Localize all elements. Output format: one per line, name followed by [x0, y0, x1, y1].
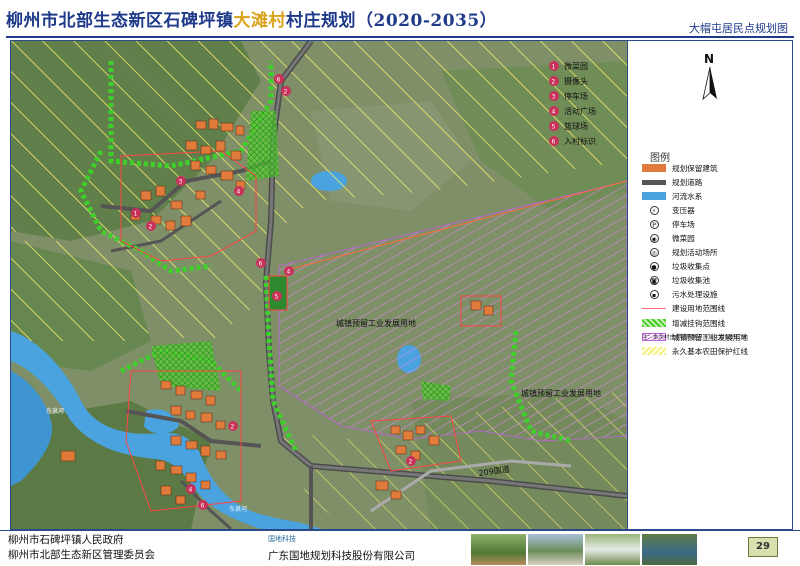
org-township-gov: 柳州市石碑坪镇人民政府: [8, 534, 124, 546]
legend-item: 河流水系: [642, 189, 748, 203]
svg-text:2: 2: [409, 459, 413, 466]
legend-item: ◙ 垃圾收集池: [642, 274, 748, 288]
trash-pool-icon: ◙: [649, 276, 659, 286]
key-label-5: 篮球场: [564, 121, 588, 131]
key-num-3: 3: [552, 94, 556, 101]
zone-label-industrial-1: 城镇预留工业发展用地: [336, 318, 416, 328]
legend-item: 规划道路: [642, 175, 748, 189]
marker-2-north[interactable]: 2: [281, 86, 291, 96]
marker-6-south[interactable]: 6: [198, 500, 208, 510]
footer: 柳州市石碑坪镇人民政府 柳州市北部生态新区管理委员会 国地科技 广东国地规划科技…: [0, 530, 800, 566]
marker-2-east[interactable]: 2: [406, 456, 416, 466]
map-canvas: 城镇预留工业发展用地 城镇预留工业发展用地 209国道 东泉河 东泉河 1 微菜…: [11, 41, 627, 529]
header: 柳州市北部生态新区石碑坪镇大滩村村庄规划（2020-2035） 大帽屯居民点规划…: [0, 0, 800, 38]
marker-5-court[interactable]: 5: [272, 291, 282, 301]
marker-4-court[interactable]: 4: [284, 266, 294, 276]
zone-label-industrial-2: 城镇预留工业发展用地: [521, 388, 601, 398]
legend-item: 规划保留建筑: [642, 161, 748, 175]
marker-4-south[interactable]: 4: [186, 484, 196, 494]
page-title: 柳州市北部生态新区石碑坪镇大滩村村庄规划（2020-2035）: [6, 6, 497, 31]
svg-text:6: 6: [259, 261, 263, 268]
org-planning-company: 广东国地规划科技股份有限公司: [268, 550, 415, 562]
village-photo-1: [470, 533, 527, 566]
village-photo-2: [527, 533, 584, 566]
org-district-committee: 柳州市北部生态新区管理委员会: [8, 549, 155, 561]
svg-text:4: 4: [189, 487, 193, 494]
key-num-1: 1: [552, 64, 556, 71]
key-num-5: 5: [552, 124, 556, 131]
legend-item: ▪ 污水处理设施: [642, 288, 748, 302]
title-suffix: 村庄规划（2020-2035）: [286, 11, 498, 31]
svg-text:2: 2: [231, 424, 235, 431]
linkage-zone-1: [246, 111, 279, 181]
village-photo-3: [584, 533, 641, 566]
key-num-6: 6: [552, 139, 556, 146]
farmland-hatch-swatch-icon: [642, 347, 666, 356]
marker-1-garden[interactable]: 1: [131, 208, 141, 218]
activity-icon: ◎: [649, 248, 659, 258]
river-label-2: 东泉河: [229, 505, 247, 513]
trash-point-icon: ●: [649, 262, 659, 272]
marker-3-parking[interactable]: 3: [176, 176, 186, 186]
company-logo: 国地科技: [268, 535, 296, 543]
river-label-1: 东泉河: [46, 407, 64, 415]
svg-text:1: 1: [134, 211, 138, 218]
road-swatch-icon: [642, 179, 666, 185]
marker-2-south[interactable]: 2: [228, 421, 238, 431]
svg-text:3: 3: [179, 179, 183, 186]
legend-item: P 停车场: [642, 217, 748, 231]
green-hatch-swatch-icon: [642, 319, 666, 328]
key-label-1: 微菜园: [564, 61, 588, 71]
title-village: 大滩村: [233, 11, 286, 31]
legend-item: 增减挂钩范围线: [642, 316, 748, 330]
key-label-4: 活动广场: [564, 106, 596, 116]
key-label-6: 入村标识: [564, 136, 596, 146]
marker-6-road[interactable]: 6: [256, 258, 266, 268]
svg-text:2: 2: [284, 89, 288, 96]
svg-text:6: 6: [201, 503, 205, 510]
garden-icon: ◉: [649, 234, 659, 244]
svg-text:5: 5: [275, 294, 279, 301]
svg-text:4: 4: [287, 269, 291, 276]
legend-item: ● 垃圾收集点: [642, 260, 748, 274]
footer-orgs: 柳州市石碑坪镇人民政府 柳州市北部生态新区管理委员会: [8, 533, 155, 563]
marker-6-north[interactable]: 6: [274, 74, 284, 84]
svg-text:6: 6: [277, 77, 281, 84]
key-label-2: 摄像头: [564, 76, 588, 86]
village-photo-4: [641, 533, 698, 566]
sewage-icon: ▪: [642, 290, 666, 300]
key-num-2: 2: [552, 79, 556, 86]
legend-item: ◉ 微菜园: [642, 231, 748, 245]
marker-2-mid[interactable]: 2: [146, 221, 156, 231]
parking-icon: P: [642, 219, 666, 229]
page-number: 29: [748, 537, 778, 557]
svg-text:2: 2: [149, 224, 153, 231]
legend-item: ◎ 规划活动场所: [642, 246, 748, 260]
transformer-icon: ⚡: [642, 205, 666, 215]
legend-item: 永久基本农田保护红线: [642, 344, 748, 358]
svg-text:4: 4: [237, 189, 241, 196]
legend-item: ⚡ 变压器: [642, 203, 748, 217]
legend-item: 建设用地范围线: [642, 302, 748, 316]
map-view[interactable]: 城镇预留工业发展用地 城镇预留工业发展用地 209国道 东泉河 东泉河 1 微菜…: [10, 40, 628, 530]
legend-panel: N 图例 规划保留建筑 规划道路 河流水系 ⚡ 变压器 P 停车场 ◉ 微菜园 ◎ 规划…: [627, 40, 793, 530]
key-num-4: 4: [552, 109, 556, 116]
water-swatch-icon: [642, 192, 666, 201]
key-label-3: 停车场: [564, 91, 588, 101]
legend-note: 注：本次村庄规划范围不涉及生态保护红线: [642, 335, 747, 341]
construction-line-swatch-icon: [642, 308, 666, 310]
svg-text:N: N: [704, 52, 714, 66]
building-swatch-icon: [642, 164, 666, 173]
north-arrow-icon: N: [702, 52, 717, 101]
legend-list: 规划保留建筑 规划道路 河流水系 ⚡ 变压器 P 停车场 ◉ 微菜园 ◎ 规划活动场所 …: [642, 161, 748, 358]
header-divider: [6, 36, 794, 38]
marker-4-plaza[interactable]: 4: [234, 186, 244, 196]
title-prefix: 柳州市北部生态新区石碑坪镇: [6, 11, 234, 31]
sheet-subtitle: 大帽屯居民点规划图: [689, 22, 788, 35]
